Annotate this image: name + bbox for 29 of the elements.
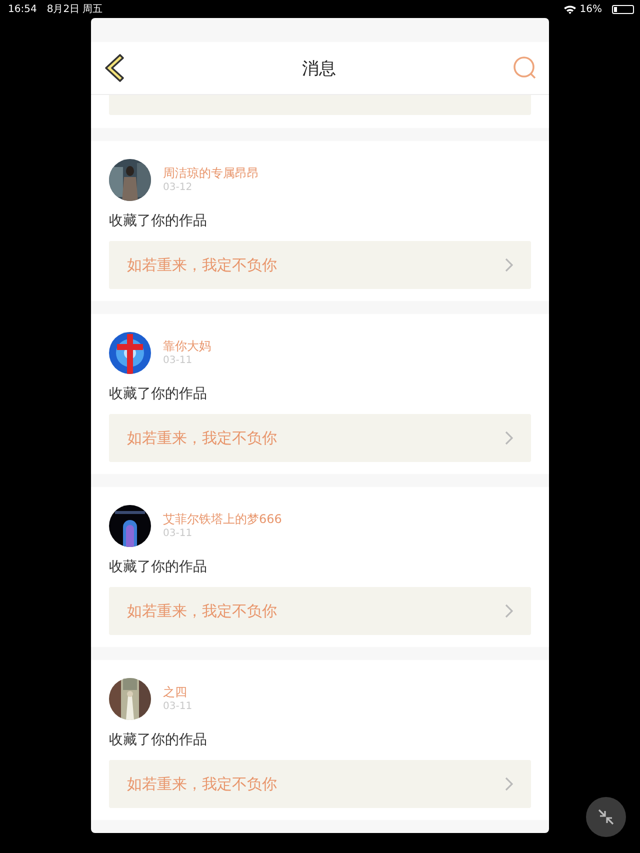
chevron-right-icon [505,777,513,791]
user-name[interactable]: 艾菲尔铁塔上的梦666 [163,512,282,527]
quote-text: 如若重来，我定不负你 [127,256,277,274]
wifi-icon [564,4,576,14]
action-text: 收藏了你的作品 [109,385,208,404]
user-name[interactable]: 靠你大妈 [163,339,211,354]
chevron-right-icon [505,604,513,618]
user-name[interactable]: 之四 [163,685,192,700]
user-name[interactable]: 周洁琼的专属昂昂 [163,166,259,181]
action-text: 收藏了你的作品 [109,731,208,750]
collapse-arrows-icon [597,808,615,826]
quote-text: 如若重来，我定不负你 [127,428,277,448]
page-title: 消息 [302,58,336,80]
action-text: 收藏了你的作品 [109,558,208,577]
quote-box[interactable]: 如若重来，我定不负你 [109,241,531,289]
battery-percent: 16% [580,4,602,14]
quote-box[interactable]: 如若重来，我定不负你 [109,760,531,808]
chevron-right-icon [505,258,513,272]
status-date: 8月2日 周五 [46,3,103,16]
collapse-button[interactable] [586,797,626,837]
quote-box[interactable]: 如若重来，我定不负你 [109,414,531,462]
action-text: 收藏了你的作品 [109,212,208,231]
chevron-right-icon [505,431,513,445]
battery-icon [612,4,634,14]
status-time: 16:54 [8,4,37,14]
back-icon[interactable] [103,53,125,83]
quote-box[interactable]: 如若重来，我定不负你 [109,587,531,635]
quote-text: 如若重来，我定不负你 [127,602,277,620]
quote-text: 如若重来，我定不负你 [127,774,277,794]
